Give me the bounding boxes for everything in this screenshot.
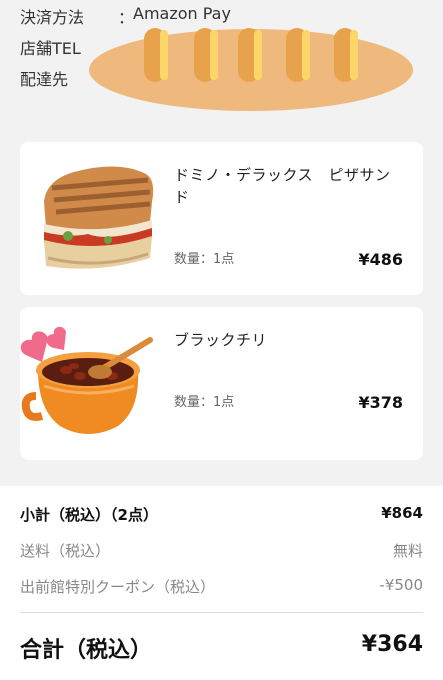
item-price: ¥378 (358, 393, 403, 412)
summary-divider (20, 612, 423, 613)
payment-colon: ： (118, 8, 135, 27)
item-name: ブラックチリ (174, 331, 268, 349)
item-quantity: 数量：1点 (174, 395, 235, 410)
shipping-value: 無料 (392, 542, 423, 560)
item-price: ¥486 (358, 250, 403, 269)
coupon-label: 出前館特別クーポン（税込） (20, 578, 216, 596)
item-quantity: 数量：1点 (174, 252, 235, 267)
subtotal-label: 小計（税込）（2点） (20, 506, 158, 524)
total-value: ¥364 (361, 632, 423, 657)
order-item-card[interactable]: ドミノ・デラックス ピザサンド 数量：1点 ¥486 (20, 142, 423, 295)
coupon-value: -¥500 (379, 576, 423, 594)
order-summary: 小計（税込）（2点） ¥864 送料（税込） 無料 出前館特別クーポン（税込） … (0, 486, 443, 680)
delivery-address-label: 配達先 (20, 70, 69, 89)
payment-method-row: 決済方法 ： Amazon Pay (20, 4, 231, 28)
pizza-sandwich-image (44, 166, 154, 269)
shipping-label: 送料（税込） (20, 542, 111, 560)
store-tel-row: 店舗TEL (20, 35, 81, 59)
total-label: 合計（税込） (20, 638, 153, 663)
order-info-section: 決済方法 ： Amazon Pay 店舗TEL 配達先 (0, 0, 443, 120)
store-tel-label: 店舗TEL (20, 39, 81, 58)
payment-method-label: 決済方法 (20, 8, 85, 27)
payment-method-value: Amazon Pay (133, 4, 231, 23)
subtotal-value: ¥864 (381, 504, 423, 522)
bread-sticker-icon (89, 28, 413, 111)
delivery-address-row: 配達先 (20, 66, 68, 90)
black-chili-image (20, 326, 153, 434)
item-name: ドミノ・デラックス ピザサンド (174, 166, 391, 206)
